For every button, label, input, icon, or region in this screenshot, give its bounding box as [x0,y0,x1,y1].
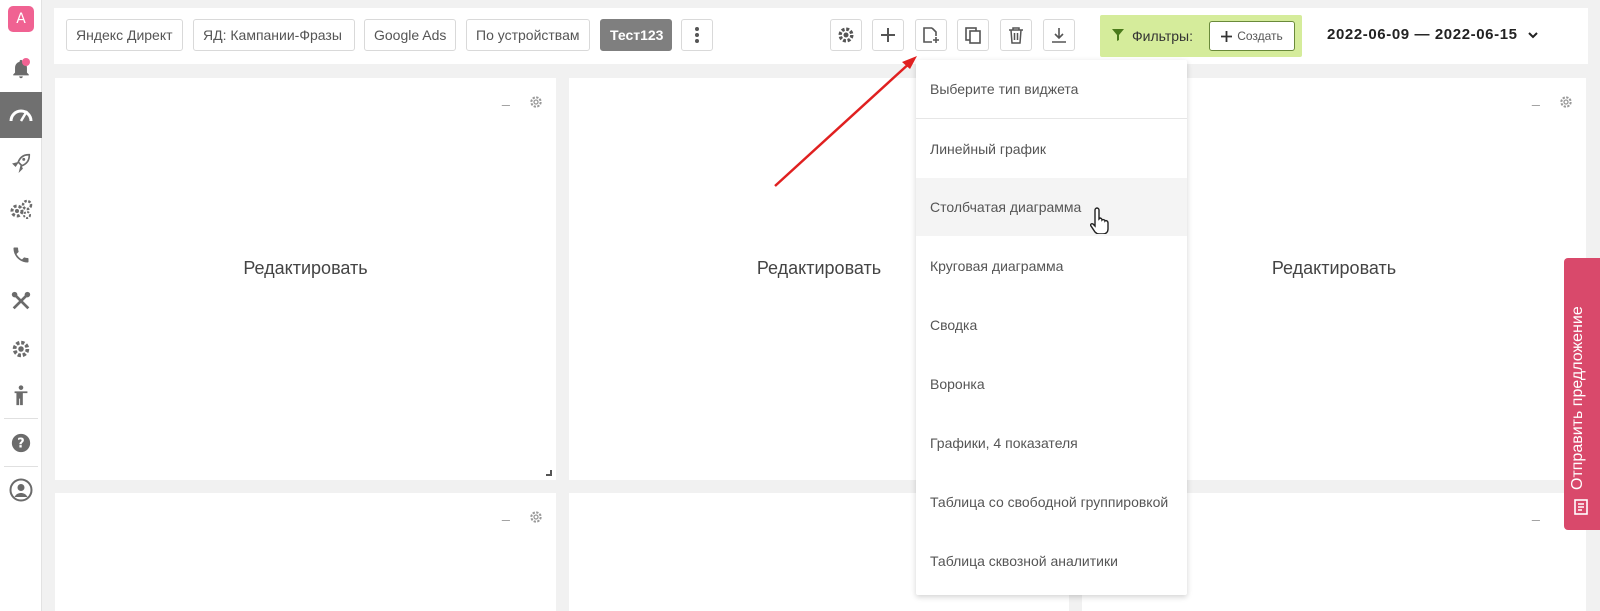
feedback-tab[interactable]: Отправить предложение [1564,258,1600,530]
person-icon [14,385,28,406]
add-widget-icon [923,27,939,43]
download-button[interactable] [1043,19,1075,51]
tab-google-ads[interactable]: Google Ads [364,19,456,51]
tab-yd-campaigns-phrases[interactable]: ЯД: Кампании-Фразы [193,19,355,51]
sidebar-item-settings[interactable] [0,326,42,372]
hand-cursor-icon [1090,207,1109,234]
chevron-down-icon [1528,32,1539,39]
speedometer-icon [9,109,33,122]
menu-header: Выберите тип виджета [930,81,1079,97]
delete-button[interactable] [1000,19,1032,51]
tools-icon [11,291,31,310]
tab-by-devices[interactable]: По устройствам [466,19,590,51]
menu-item-line-chart[interactable]: Линейный график [916,120,1187,178]
sidebar-item-launch[interactable] [0,140,42,186]
trash-icon [1009,27,1023,44]
filters-panel: Фильтры: Создать [1100,15,1302,57]
widget-minimize-button[interactable]: _ [1532,90,1540,106]
tab-test123[interactable]: Тест123 [600,19,672,51]
copy-button[interactable] [957,19,989,51]
menu-item-pie-chart[interactable]: Круговая диаграмма [916,237,1187,295]
widget-placeholder[interactable]: _ Редактировать [55,78,556,480]
dashboard-settings-button[interactable] [830,19,862,51]
download-icon [1052,28,1066,43]
menu-item-bar-chart[interactable]: Столбчатая диаграмма [916,178,1187,236]
settings-icon [838,27,854,43]
plus-icon [1221,30,1233,42]
dashboard-toolbar: Яндекс Директ ЯД: Кампании-Фразы Google … [54,8,1588,64]
gear-icon [12,340,30,358]
sidebar-item-integrations[interactable] [0,186,42,232]
gears-icon [10,199,33,219]
menu-item-four-metric-charts[interactable]: Графики, 4 показателя [916,414,1187,472]
rocket-icon [12,153,31,174]
sidebar-item-dashboard[interactable] [0,92,42,138]
widget-placeholder[interactable]: _ [55,493,556,611]
menu-item-funnel[interactable]: Воронка [916,355,1187,413]
date-range-picker[interactable]: 2022-06-09 — 2022-06-15 [1327,26,1539,43]
sidebar: A ? [0,0,42,611]
filters-label: Фильтры: [1132,28,1193,44]
tab-yandex-direct[interactable]: Яндекс Директ [66,19,183,51]
widget-minimize-button[interactable]: _ [1532,505,1540,521]
phone-icon [13,247,29,263]
create-filter-button[interactable]: Создать [1209,21,1295,51]
question-icon: ? [11,433,31,453]
date-range-value: 2022-06-09 — 2022-06-15 [1327,26,1518,43]
create-filter-label: Создать [1237,29,1283,43]
widget-settings-icon[interactable] [528,94,544,110]
plus-icon [881,28,895,42]
sidebar-item-profile[interactable] [0,467,42,513]
filter-funnel-icon [1112,29,1124,41]
sidebar-item-help[interactable]: ? [0,420,42,466]
widget-minimize-button[interactable]: _ [502,90,510,106]
copy-icon [965,27,981,44]
menu-item-summary[interactable]: Сводка [916,296,1187,354]
widget-minimize-button[interactable]: _ [502,505,510,521]
more-tabs-button[interactable] [681,19,713,51]
feedback-icon [1574,499,1588,515]
widget-settings-icon[interactable] [1558,94,1574,110]
sidebar-item-calls[interactable] [0,232,42,278]
notification-dot [22,58,30,66]
add-dashboard-button[interactable] [872,19,904,51]
widget-settings-icon[interactable] [528,509,544,525]
widget-type-menu: Выберите тип виджета Линейный график Сто… [916,60,1187,595]
sidebar-item-notifications[interactable] [0,46,42,92]
menu-item-end-to-end-analytics-table[interactable]: Таблица сквозной аналитики [916,532,1187,590]
sidebar-item-accessibility[interactable] [0,372,42,418]
add-widget-button[interactable] [915,19,947,51]
feedback-label: Отправить предложение [1569,306,1586,490]
user-icon [9,478,33,502]
more-icon [695,27,699,43]
app-logo[interactable]: A [8,6,34,32]
sidebar-item-tools[interactable] [0,278,42,324]
sidebar-divider [4,418,38,419]
logo-letter: A [16,11,26,27]
menu-item-free-grouping-table[interactable]: Таблица со свободной группировкой [916,473,1187,531]
menu-divider [916,118,1187,119]
svg-text:?: ? [17,437,24,452]
widget-resize-handle[interactable] [546,470,552,476]
widget-edit-label[interactable]: Редактировать [55,258,556,279]
